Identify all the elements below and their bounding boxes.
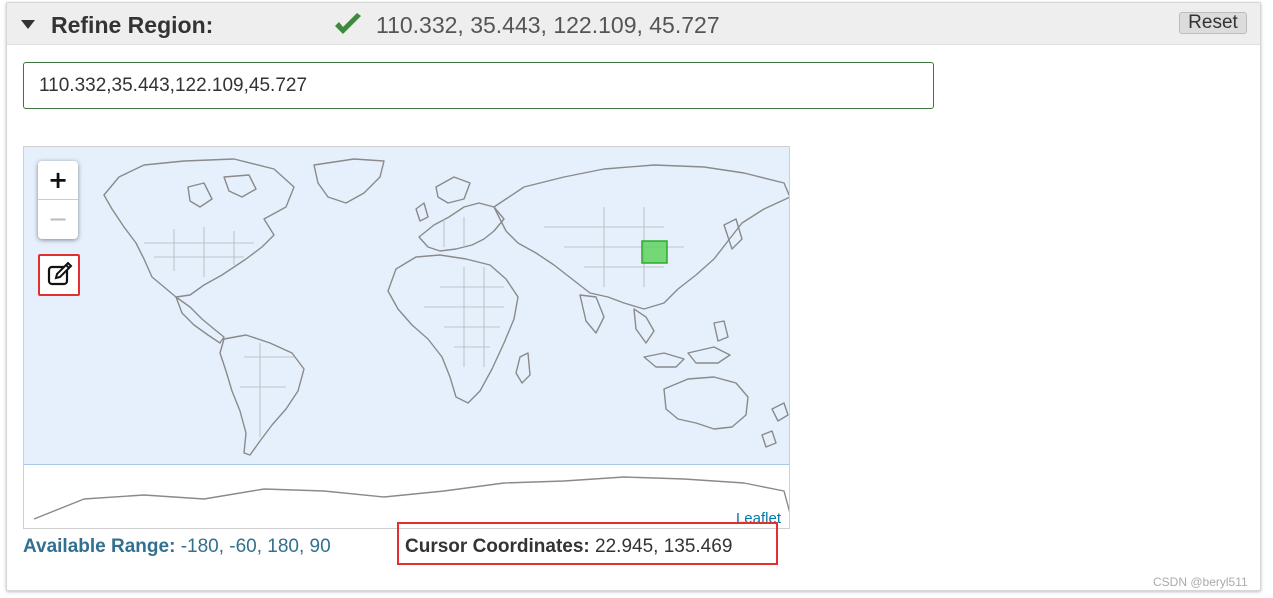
checkmark-icon xyxy=(335,13,361,34)
north-america-outline xyxy=(103,158,295,298)
africa-outline xyxy=(387,254,519,404)
zoom-out-button[interactable]: − xyxy=(38,200,78,239)
selected-region-box xyxy=(641,240,668,264)
available-range-label: Available Range: xyxy=(23,536,176,557)
zoom-control: + − xyxy=(38,161,78,239)
central-america-outline xyxy=(175,296,225,344)
panel-title: Refine Region: xyxy=(51,12,214,38)
greenland-outline xyxy=(313,158,385,204)
cursor-coordinates-box: Cursor Coordinates: 22.945, 135.469 xyxy=(397,522,778,565)
available-range-value: -180, -60, 180, 90 xyxy=(180,536,331,557)
draw-rectangle-button[interactable] xyxy=(38,254,80,296)
region-summary: 110.332, 35.443, 122.109, 45.727 xyxy=(376,12,720,38)
region-map[interactable]: + − Leaflet xyxy=(23,146,790,529)
world-map-coastlines xyxy=(33,158,789,520)
zoom-in-button[interactable]: + xyxy=(38,161,78,200)
cursor-coordinates-label: Cursor Coordinates: xyxy=(405,536,590,557)
asia-outline xyxy=(493,164,789,310)
south-america-outline xyxy=(219,334,305,456)
refine-region-panel: Refine Region: 110.332, 35.443, 122.109,… xyxy=(6,2,1261,591)
australia-outline xyxy=(663,376,749,430)
panel-header[interactable]: Refine Region: 110.332, 35.443, 122.109,… xyxy=(7,3,1260,45)
europe-outline xyxy=(418,202,505,252)
region-input[interactable] xyxy=(23,62,934,109)
reset-button[interactable]: Reset xyxy=(1179,12,1247,34)
edit-rectangle-icon xyxy=(47,261,73,286)
available-range: Available Range: -180, -60, 180, 90 xyxy=(23,536,331,558)
collapse-caret-icon[interactable] xyxy=(21,20,35,29)
cursor-coordinates-value: 22.945, 135.469 xyxy=(595,536,733,557)
watermark: CSDN @beryl511 xyxy=(1153,575,1248,589)
antarctica-outline xyxy=(33,476,789,520)
cursor-coordinates: Cursor Coordinates: 22.945, 135.469 xyxy=(405,536,732,558)
